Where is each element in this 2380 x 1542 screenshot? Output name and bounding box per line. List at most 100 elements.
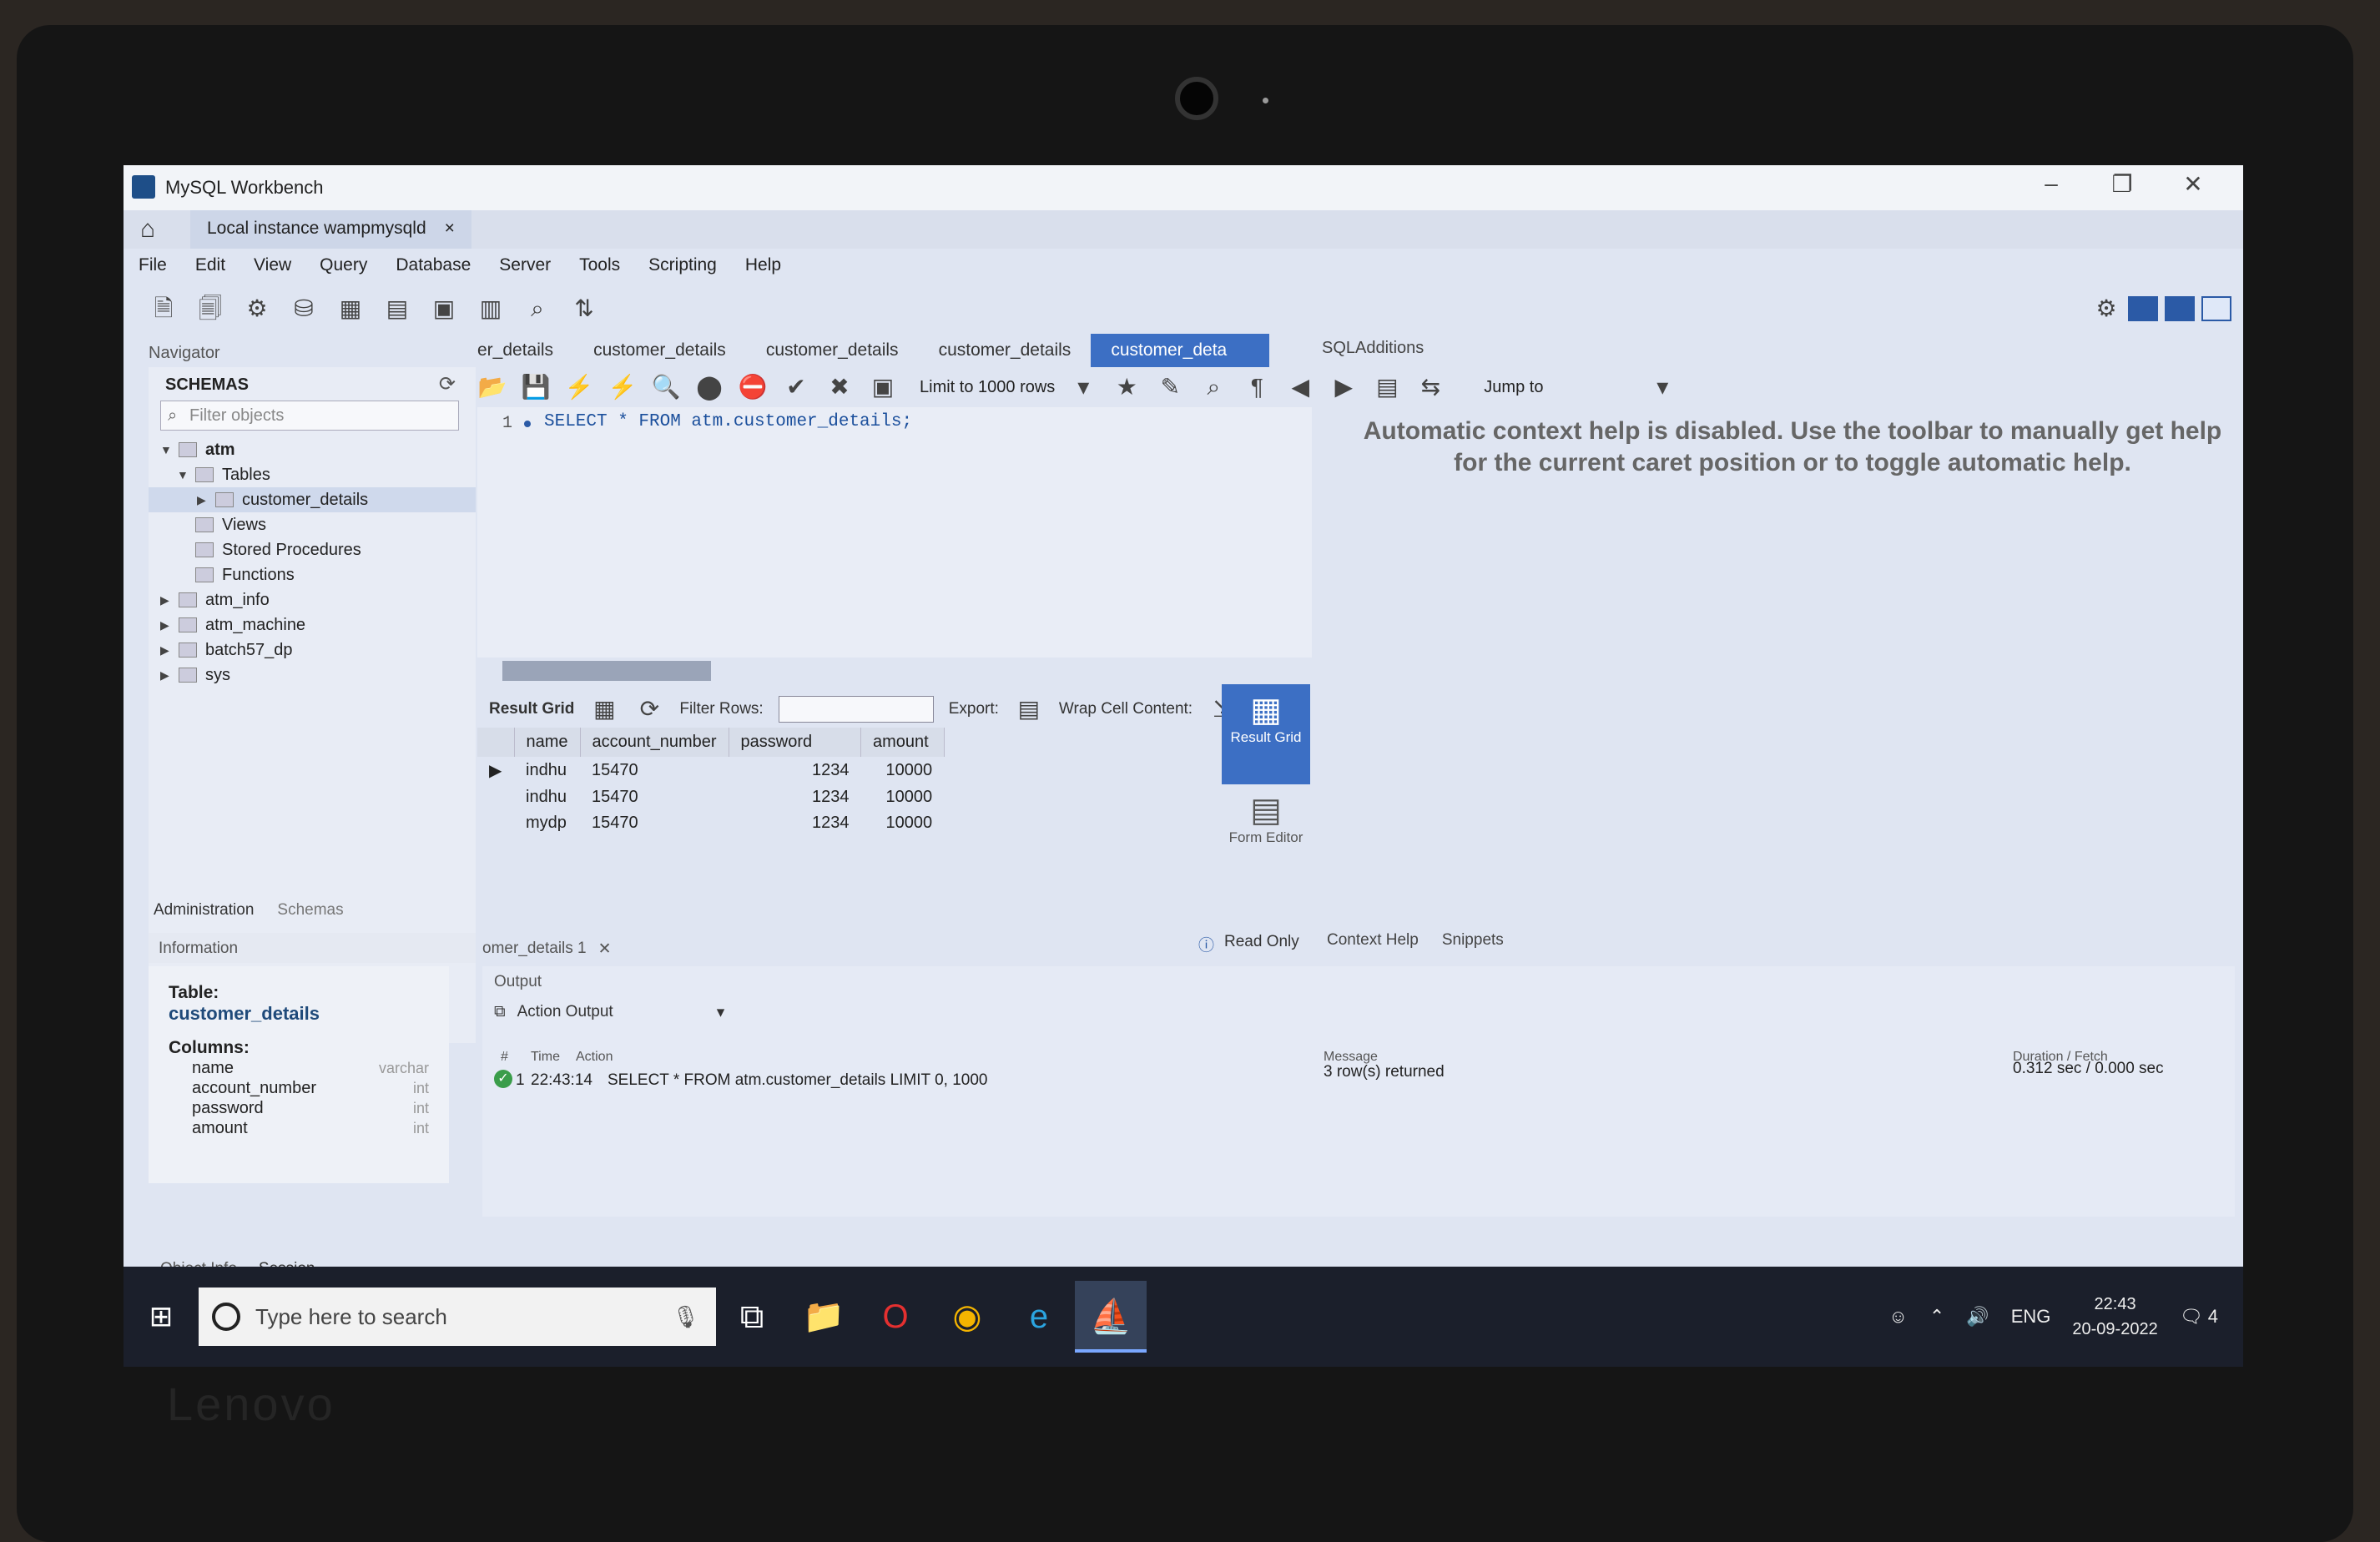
dropdown-chevron-icon[interactable]: ▾: [1068, 372, 1098, 402]
connection-tab-close-icon[interactable]: ×: [445, 219, 455, 240]
copy-icon[interactable]: ⧉: [494, 1003, 506, 1022]
table-row[interactable]: mydp 15470 1234 10000: [477, 810, 944, 836]
tab-context-help[interactable]: Context Help: [1327, 931, 1419, 950]
settings-icon[interactable]: ⚙: [2091, 294, 2121, 324]
form-editor-toggle[interactable]: ▤ Form Editor: [1222, 784, 1310, 884]
column-header-account-number[interactable]: account_number: [580, 728, 729, 757]
execute-icon[interactable]: ⚡: [564, 372, 594, 402]
windows-start-icon[interactable]: ⊞: [124, 1300, 199, 1333]
table-cell[interactable]: indhu: [514, 757, 580, 784]
table-row[interactable]: ▶ indhu 15470 1234 10000: [477, 757, 944, 784]
invisible-chars-icon[interactable]: ¶: [1242, 372, 1272, 402]
collapse-arrow-icon[interactable]: ▶: [160, 612, 169, 637]
chevron-up-icon[interactable]: ⌃: [1929, 1306, 1944, 1328]
tree-item-views[interactable]: Views: [149, 512, 476, 537]
filter-rows-input[interactable]: [778, 696, 934, 723]
table-cell[interactable]: 1234: [729, 757, 861, 784]
explain-icon[interactable]: 🔍: [651, 372, 681, 402]
query-tab[interactable]: er_details: [457, 334, 573, 367]
result-tab[interactable]: omer_details 1 ✕: [482, 940, 612, 959]
menu-query[interactable]: Query: [320, 255, 367, 275]
table-row[interactable]: indhu 15470 1234 10000: [477, 784, 944, 810]
clock[interactable]: 22:43 20-09-2022: [2072, 1292, 2157, 1342]
task-view-icon[interactable]: ⧉: [716, 1281, 788, 1353]
auto-help-icon[interactable]: ⇆: [1415, 372, 1445, 402]
search-table-data-icon[interactable]: ⌕: [522, 294, 552, 324]
create-function-icon[interactable]: ▥: [476, 294, 506, 324]
table-cell[interactable]: 15470: [580, 784, 729, 810]
result-grid-label[interactable]: Result Grid: [477, 700, 574, 718]
grid-icon[interactable]: ▦: [589, 694, 619, 724]
query-tab[interactable]: customer_details: [746, 334, 919, 367]
table-cell[interactable]: 1234: [729, 810, 861, 836]
editor-horizontal-scrollbar[interactable]: [502, 661, 711, 681]
create-table-icon[interactable]: ▦: [335, 294, 366, 324]
edge-icon[interactable]: e: [1003, 1281, 1075, 1353]
forward-icon[interactable]: ▶: [1329, 372, 1359, 402]
tree-item-atm[interactable]: ▼ atm: [149, 437, 476, 462]
people-icon[interactable]: ☺: [1888, 1306, 1907, 1328]
chrome-icon[interactable]: ◉: [931, 1281, 1003, 1353]
menu-help[interactable]: Help: [745, 255, 781, 275]
file-explorer-icon[interactable]: 📁: [788, 1281, 860, 1353]
jump-to-select[interactable]: Jump to: [1459, 378, 1634, 397]
table-cell[interactable]: 10000: [861, 810, 945, 836]
column-header-name[interactable]: name: [514, 728, 581, 757]
action-output-select[interactable]: ⧉ Action Output ▾: [494, 1003, 724, 1022]
create-schema-icon[interactable]: ⛁: [289, 294, 319, 324]
toggle-sidebar-button[interactable]: [2128, 296, 2158, 321]
table-cell[interactable]: mydp: [514, 810, 580, 836]
save-icon[interactable]: 💾: [521, 372, 551, 402]
tab-administration[interactable]: Administration: [154, 901, 254, 920]
taskbar-search[interactable]: Type here to search 🎙: [199, 1288, 716, 1346]
tree-item-tables[interactable]: ▼ Tables: [149, 462, 476, 487]
open-file-icon[interactable]: 📂: [477, 372, 507, 402]
collapse-arrow-icon[interactable]: ▶: [160, 587, 169, 612]
inspector-icon[interactable]: ⚙: [242, 294, 272, 324]
expand-arrow-icon[interactable]: ▼: [160, 437, 172, 462]
tree-item-batch57-dp[interactable]: ▶ batch57_dp: [149, 637, 476, 663]
back-icon[interactable]: ◀: [1285, 372, 1315, 402]
tree-item-atm-info[interactable]: ▶ atm_info: [149, 587, 476, 612]
menu-edit[interactable]: Edit: [195, 255, 225, 275]
menu-view[interactable]: View: [254, 255, 291, 275]
mysql-workbench-taskbar-icon[interactable]: ⛵: [1075, 1281, 1147, 1353]
query-tab-active[interactable]: customer_deta: [1091, 334, 1270, 367]
limit-rows-select[interactable]: Limit to 1000 rows: [911, 378, 1055, 397]
sql-statement[interactable]: SELECT * FROM atm.customer_details;: [544, 412, 912, 431]
export-icon[interactable]: ▤: [1014, 694, 1044, 724]
stop-icon[interactable]: ⬤: [694, 372, 724, 402]
table-cell[interactable]: 10000: [861, 784, 945, 810]
table-cell[interactable]: 10000: [861, 757, 945, 784]
tree-item-stored-procedures[interactable]: Stored Procedures: [149, 537, 476, 562]
create-view-icon[interactable]: ▤: [382, 294, 412, 324]
add-snippet-icon[interactable]: ★: [1112, 372, 1142, 402]
menu-tools[interactable]: Tools: [579, 255, 620, 275]
autocommit-icon[interactable]: ▣: [868, 372, 898, 402]
column-header-password[interactable]: password: [729, 728, 862, 757]
create-procedure-icon[interactable]: ▣: [429, 294, 459, 324]
volume-icon[interactable]: 🔊: [1966, 1306, 1989, 1328]
close-icon[interactable]: ✕: [598, 940, 612, 959]
tree-item-customer-details[interactable]: ▶ customer_details: [149, 487, 476, 512]
toggle-output-button[interactable]: [2165, 296, 2195, 321]
menu-file[interactable]: File: [139, 255, 167, 275]
dropdown-chevron-icon[interactable]: ▾: [1647, 372, 1677, 402]
reconnect-icon[interactable]: ⇅: [569, 294, 599, 324]
microphone-icon[interactable]: 🎙: [672, 1304, 699, 1330]
table-cell[interactable]: 1234: [729, 784, 861, 810]
new-sql-tab-icon[interactable]: 🗎: [149, 294, 179, 324]
close-button[interactable]: ✕: [2168, 170, 2218, 198]
tree-item-sys[interactable]: ▶ sys: [149, 663, 476, 688]
find-icon[interactable]: ⌕: [1198, 372, 1228, 402]
collapse-arrow-icon[interactable]: ▶: [197, 487, 206, 512]
menu-scripting[interactable]: Scripting: [648, 255, 717, 275]
table-cell[interactable]: 15470: [580, 757, 729, 784]
opera-icon[interactable]: O: [860, 1281, 931, 1353]
manual-help-icon[interactable]: ▤: [1372, 372, 1402, 402]
sql-editor[interactable]: 1 SELECT * FROM atm.customer_details;: [477, 407, 1312, 658]
query-tab[interactable]: customer_details: [919, 334, 1092, 367]
toggle-continue-icon[interactable]: ⛔: [738, 372, 768, 402]
tree-item-functions[interactable]: Functions: [149, 562, 476, 587]
table-cell[interactable]: indhu: [514, 784, 580, 810]
